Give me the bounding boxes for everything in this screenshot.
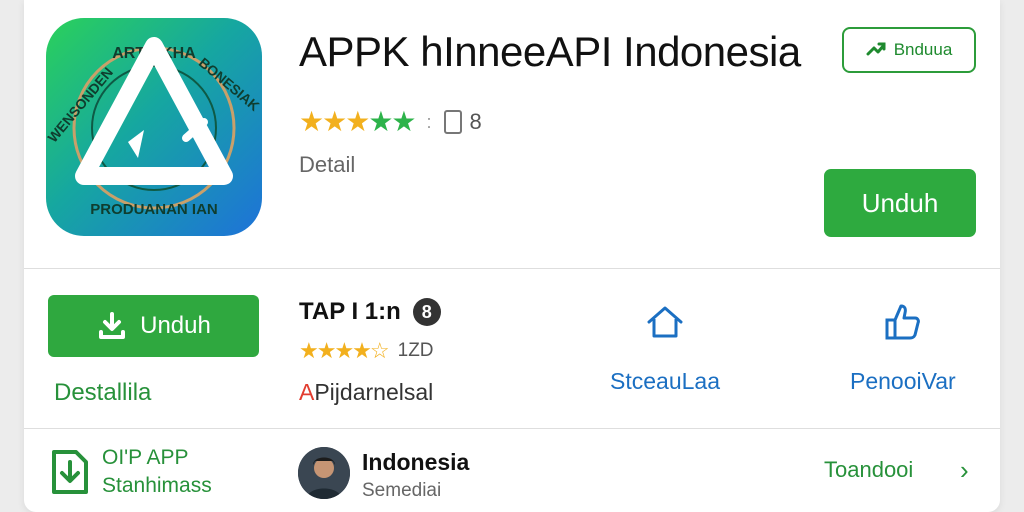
apps-link-text: Pijdarnelsal bbox=[314, 379, 434, 405]
related-app-badge-icon: 8 bbox=[412, 298, 441, 326]
stars-green: ★★ bbox=[368, 106, 416, 137]
nav-like[interactable]: PenooiVar bbox=[850, 300, 956, 395]
nav-home[interactable]: StceauLaa bbox=[610, 300, 720, 395]
user-name: Indonesia bbox=[362, 449, 470, 475]
badge-button-label: Bnduua bbox=[893, 40, 953, 59]
user-subtitle: Semediai bbox=[362, 480, 442, 501]
logo-ring-text-right: BONESIAK bbox=[196, 54, 262, 114]
related-app-rating: ★★★★☆ 1ZD bbox=[299, 340, 434, 362]
detail-label[interactable]: Detail bbox=[299, 152, 355, 178]
trend-arrow-icon bbox=[866, 42, 886, 56]
avatar[interactable] bbox=[298, 447, 350, 499]
apps-link-initial: A bbox=[299, 379, 315, 405]
nav-like-label: PenooiVar bbox=[850, 368, 956, 394]
star-rating: ★★★★★ bbox=[299, 106, 417, 137]
app-logo-graphic: ARTRIKHA BONESIAK WENSONDEN PRODUANAN IA… bbox=[46, 37, 262, 218]
nav-home-label: StceauLaa bbox=[610, 368, 720, 394]
home-icon bbox=[647, 306, 683, 338]
badge-button[interactable]: Bnduua bbox=[842, 27, 976, 73]
app-detail-card: ARTRIKHA BONESIAK WENSONDEN PRODUANAN IA… bbox=[24, 0, 1000, 512]
app-logo: ARTRIKHA BONESIAK WENSONDEN PRODUANAN IA… bbox=[46, 18, 262, 236]
related-app-title[interactable]: TAP I 1:n 8 bbox=[299, 298, 441, 326]
related-app-stars: ★★★★☆ bbox=[299, 338, 390, 363]
related-app-rating-count: 1ZD bbox=[397, 340, 434, 361]
rating-count: 8 bbox=[469, 109, 482, 134]
promo-text-line1: OI'P APP bbox=[102, 446, 189, 469]
stars-gold: ★★★ bbox=[299, 106, 370, 137]
rating-row: ★★★★★ : 8 bbox=[299, 108, 482, 136]
download-file-icon[interactable] bbox=[50, 448, 90, 496]
promo-text-line2: Stanhimass bbox=[102, 474, 212, 497]
download-button-label: Unduh bbox=[140, 312, 211, 339]
promo-text[interactable]: OI'P APP Stanhimass bbox=[102, 444, 212, 500]
row3-link[interactable]: Toandooi bbox=[824, 457, 913, 483]
divider bbox=[24, 268, 1000, 269]
download-icon bbox=[99, 312, 126, 339]
avatar-image bbox=[298, 447, 350, 499]
primary-download-button[interactable]: Unduh bbox=[824, 169, 976, 237]
app-title: APPK hInneeAPI Indonesia bbox=[299, 28, 801, 75]
related-app-name: TAP I 1:n bbox=[299, 298, 401, 325]
apps-link[interactable]: APijdarnelsal bbox=[299, 379, 433, 406]
rating-separator: : bbox=[426, 111, 432, 132]
device-icon bbox=[443, 110, 462, 134]
details-link[interactable]: Destallila bbox=[54, 379, 151, 407]
thumbs-up-icon bbox=[885, 304, 920, 340]
logo-ring-text-bottom: PRODUANAN IAN bbox=[90, 201, 218, 218]
chevron-right-icon[interactable]: › bbox=[960, 455, 969, 486]
divider bbox=[24, 428, 1000, 429]
download-button[interactable]: Unduh bbox=[48, 295, 259, 357]
